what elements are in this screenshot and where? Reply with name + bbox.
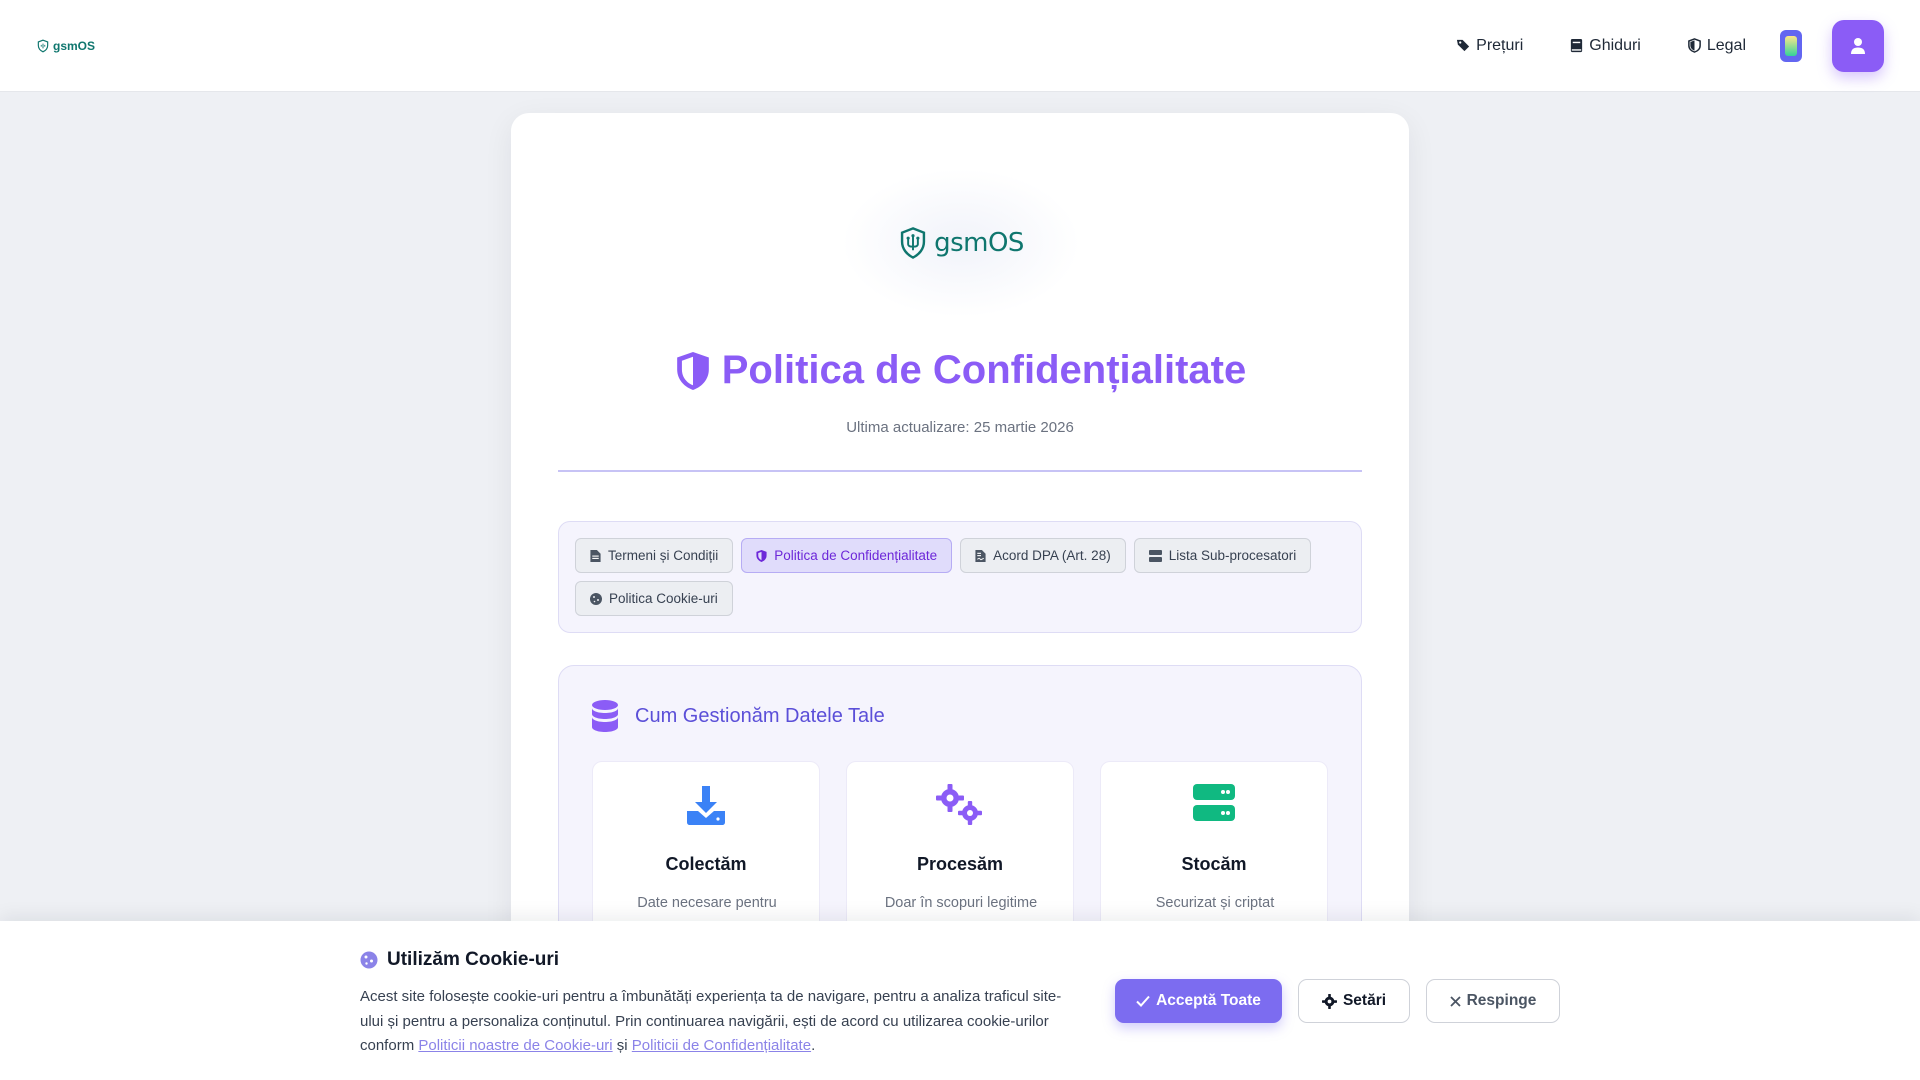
shield-icon (1687, 38, 1701, 53)
cookie-icon (360, 951, 378, 969)
document-logo: gsmOS (841, 168, 1081, 318)
feature-title: Stocăm (1181, 854, 1247, 874)
tab-subprocessors[interactable]: Lista Sub-procesatori (1133, 538, 1312, 573)
check-icon (1136, 995, 1150, 1007)
feature-title: Procesăm (916, 854, 1004, 874)
cookie-banner: Utilizăm Cookie-uri Acest site folosește… (0, 921, 1920, 1080)
reject-label: Respinge (1466, 992, 1537, 1009)
feature-title: Colectăm (665, 854, 747, 874)
cookie-icon (590, 592, 602, 605)
cookie-banner-heading: Utilizăm Cookie-uri (360, 949, 559, 971)
accept-all-label: Acceptă Toate (1156, 992, 1261, 1009)
tab-terms[interactable]: Termeni și Condiții (575, 538, 734, 573)
cookie-text-and: și (612, 1037, 632, 1054)
cookie-text-end: . (811, 1037, 816, 1054)
theme-icon (1785, 35, 1797, 56)
gear-icon (1321, 993, 1337, 1009)
tab-label: Termeni și Condiții (608, 548, 719, 563)
file-icon (590, 549, 601, 562)
close-icon (1449, 995, 1461, 1007)
settings-label: Setări (1342, 992, 1387, 1009)
tags-icon (1457, 39, 1470, 52)
brand-shield-icon (37, 39, 49, 52)
cookie-banner-title: Utilizăm Cookie-uri (387, 949, 560, 970)
shield-icon (676, 351, 709, 390)
server-icon (1148, 549, 1162, 562)
feature-text: Doar în scopuri legitime (884, 895, 1038, 911)
nav-item-label: Ghiduri (1589, 36, 1641, 54)
feature-text: Securizat și criptat (1155, 895, 1275, 911)
section-heading: Cum Gestionăm Datele Tale (591, 700, 885, 732)
divider (558, 470, 1362, 472)
accept-all-button[interactable]: Acceptă Toate (1115, 979, 1282, 1023)
user-icon (1851, 37, 1865, 54)
user-account-button[interactable] (1832, 19, 1884, 72)
tab-privacy[interactable]: Politica de Confidențialitate (741, 538, 953, 573)
cookie-policy-link[interactable]: Politicii noastre de Cookie-uri (418, 1037, 612, 1054)
page-title: Politica de Confidențialitate (511, 348, 1409, 393)
file-contract-icon (975, 549, 986, 562)
server-icon (1193, 784, 1235, 821)
page-title-text: Politica de Confidențialitate (721, 348, 1247, 392)
privacy-policy-link[interactable]: Politicii de Confidențialitate (632, 1037, 811, 1054)
nav-item-guides[interactable]: Ghiduri (1569, 37, 1641, 55)
logo-text: gsmOS (934, 228, 1024, 258)
tab-label: Politica Cookie-uri (609, 591, 718, 606)
top-navbar: gsmOS Prețuri Ghiduri Legal (0, 0, 1920, 92)
section-title: Cum Gestionăm Datele Tale (635, 704, 885, 727)
nav-item-label: Legal (1706, 36, 1746, 54)
brand-shield-icon (900, 227, 926, 259)
main-nav: Prețuri Ghiduri Legal (1456, 37, 1746, 55)
nav-item-label: Prețuri (1476, 36, 1524, 54)
brand-logo[interactable]: gsmOS (36, 39, 95, 53)
gears-icon (936, 784, 982, 825)
tab-label: Acord DPA (Art. 28) (993, 548, 1111, 563)
shield-icon (756, 549, 767, 562)
tab-dpa[interactable]: Acord DPA (Art. 28) (960, 538, 1126, 573)
document-tabs: Termeni și Condiții Politica de Confiden… (558, 521, 1362, 633)
theme-toggle[interactable] (1780, 29, 1802, 62)
tab-label: Politica de Confidențialitate (774, 548, 938, 563)
nav-item-legal[interactable]: Legal (1687, 37, 1746, 55)
last-updated: Ultima actualizare: 25 martie 2026 (846, 419, 1074, 436)
tab-cookies[interactable]: Politica Cookie-uri (575, 581, 733, 616)
database-icon (592, 700, 618, 732)
cookie-banner-text: Acest site folosește cookie-uri pentru a… (360, 985, 1080, 1059)
brand-name: gsmOS (53, 38, 96, 53)
settings-button[interactable]: Setări (1298, 979, 1410, 1023)
nav-item-pricing[interactable]: Prețuri (1456, 37, 1523, 55)
book-icon (1571, 38, 1583, 53)
reject-button[interactable]: Respinge (1426, 979, 1560, 1023)
download-icon (687, 786, 725, 825)
tab-label: Lista Sub-procesatori (1168, 548, 1297, 563)
